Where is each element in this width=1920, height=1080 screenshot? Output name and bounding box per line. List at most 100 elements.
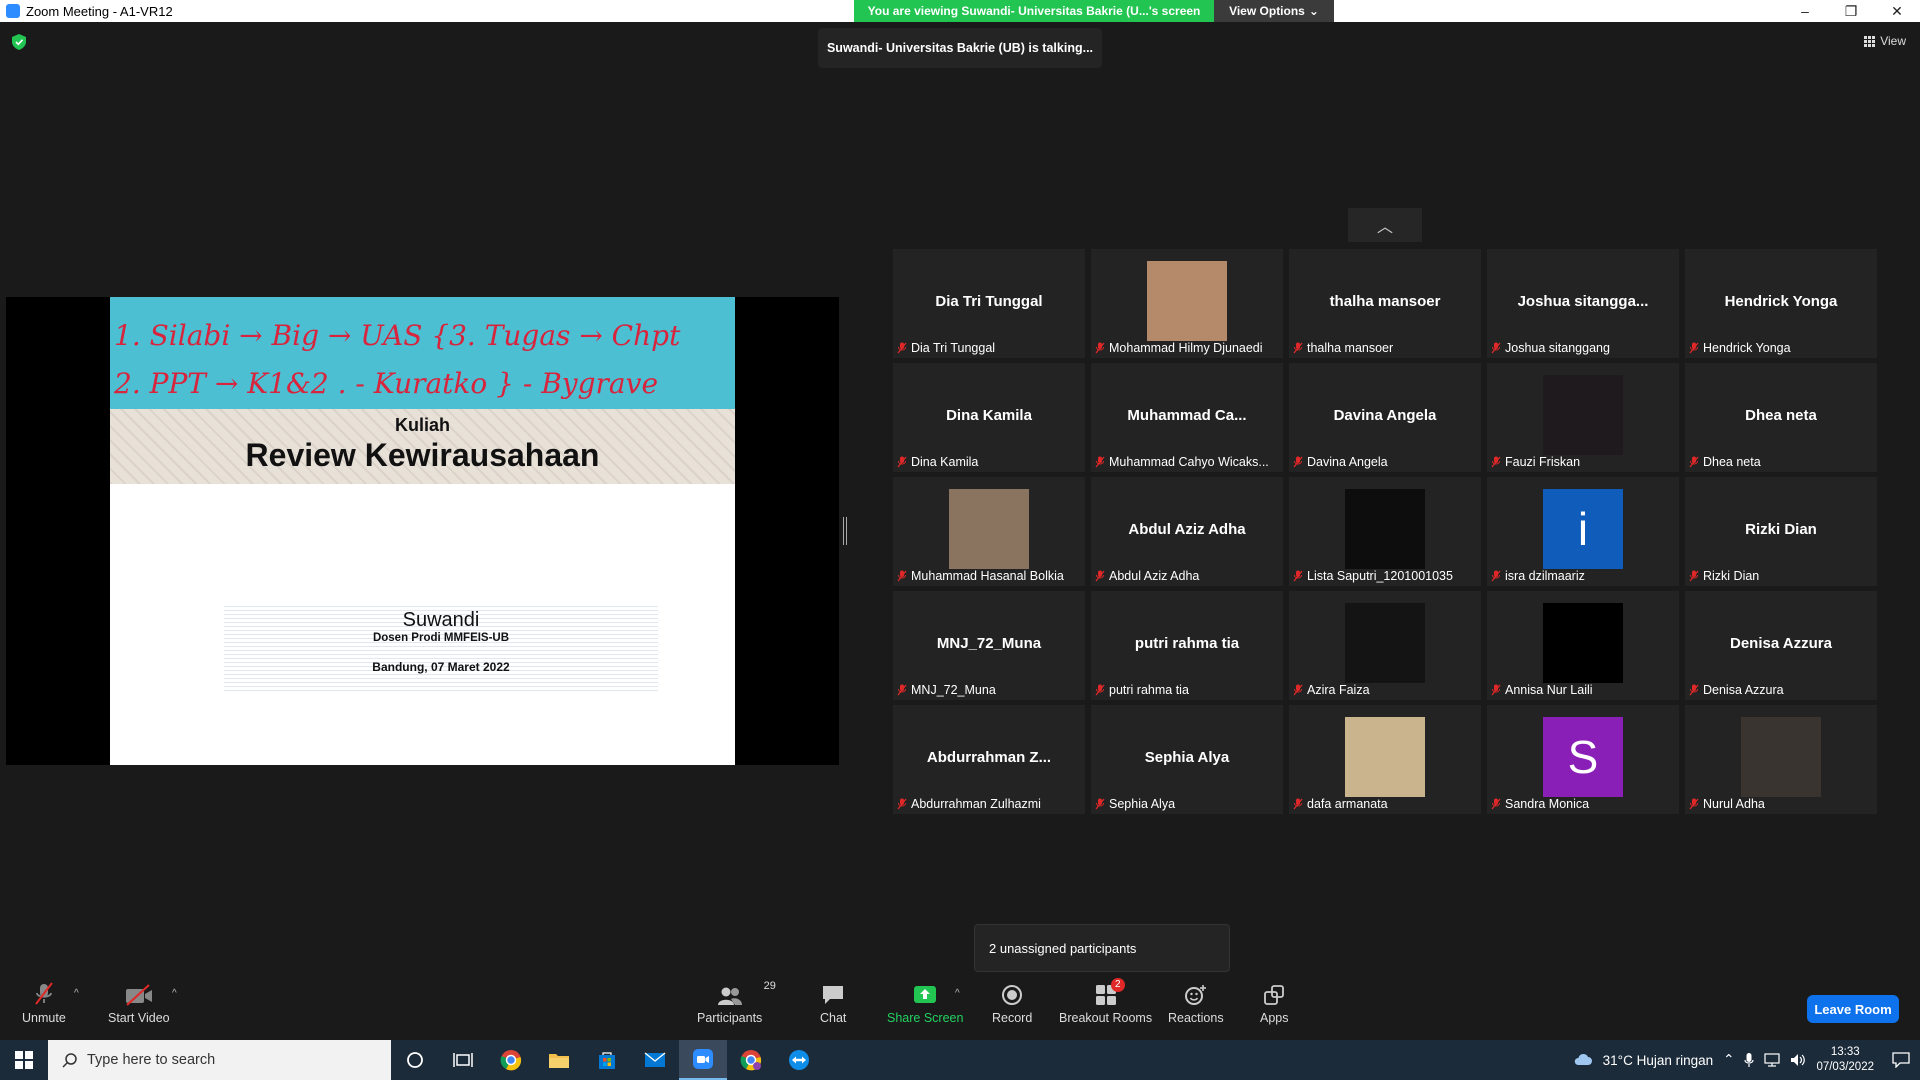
- taskbar-search-box[interactable]: Type here to search: [48, 1040, 391, 1080]
- participant-tile[interactable]: Annisa Nur Laili: [1487, 591, 1679, 700]
- participant-tile[interactable]: Nurul Adha: [1685, 705, 1877, 814]
- share-options-caret[interactable]: ^: [955, 988, 960, 999]
- view-options-button[interactable]: View Options ⌄: [1214, 0, 1334, 22]
- participant-tile[interactable]: Dia Tri Tunggal Dia Tri Tunggal: [893, 249, 1085, 358]
- participants-button[interactable]: 29 Participants: [697, 980, 776, 1025]
- taskbar-chrome[interactable]: [487, 1040, 535, 1080]
- participant-tile[interactable]: Abdurrahman Z... Abdurrahman Zulhazmi: [893, 705, 1085, 814]
- chat-label: Chat: [820, 1011, 847, 1025]
- microphone-tray-icon[interactable]: [1744, 1052, 1755, 1068]
- audio-options-caret[interactable]: ^: [74, 988, 79, 999]
- participant-profile-photo: [949, 489, 1029, 569]
- mic-muted-icon: [1689, 798, 1699, 810]
- participant-label: isra dzilmaariz: [1491, 569, 1675, 583]
- participant-name: putri rahma tia: [1109, 683, 1189, 697]
- participant-tile[interactable]: S Sandra Monica: [1487, 705, 1679, 814]
- maximize-button[interactable]: ❐: [1828, 0, 1874, 22]
- participant-tile[interactable]: Muhammad Ca... Muhammad Cahyo Wicaks...: [1091, 363, 1283, 472]
- leave-room-button[interactable]: Leave Room: [1807, 995, 1899, 1023]
- participant-display-name: thalha mansoer: [1329, 293, 1441, 310]
- video-options-caret[interactable]: ^: [172, 988, 177, 999]
- participant-tile[interactable]: Joshua sitangga... Joshua sitanggang: [1487, 249, 1679, 358]
- slide-author-box: Suwandi Dosen Prodi MMFEIS-UB Bandung, 0…: [224, 605, 658, 691]
- participant-tile[interactable]: Muhammad Hasanal Bolkia: [893, 477, 1085, 586]
- participant-label: thalha mansoer: [1293, 341, 1477, 355]
- taskbar-teamviewer[interactable]: [775, 1040, 823, 1080]
- mic-muted-icon: [1293, 684, 1303, 696]
- record-icon: [1002, 985, 1023, 1005]
- taskbar-clock[interactable]: 13:33 07/03/2022: [1816, 1045, 1874, 1075]
- clock-time: 13:33: [1830, 1046, 1860, 1058]
- cortana-button[interactable]: [391, 1040, 439, 1080]
- chevron-up-icon: ︿: [1376, 219, 1393, 236]
- gallery-page-up-button[interactable]: ︿: [1348, 208, 1422, 242]
- participant-tile[interactable]: i isra dzilmaariz: [1487, 477, 1679, 586]
- participant-tile[interactable]: dafa armanata: [1289, 705, 1481, 814]
- start-video-label: Start Video: [108, 1011, 170, 1025]
- mic-muted-icon: [1491, 342, 1501, 354]
- participant-name: Davina Angela: [1307, 455, 1388, 469]
- participant-tile[interactable]: Dhea neta Dhea neta: [1685, 363, 1877, 472]
- participant-tile[interactable]: Hendrick Yonga Hendrick Yonga: [1685, 249, 1877, 358]
- share-screen-icon: [914, 986, 937, 1003]
- participant-tile[interactable]: Fauzi Friskan: [1487, 363, 1679, 472]
- notification-center-icon[interactable]: [1892, 1052, 1910, 1068]
- reactions-button[interactable]: Reactions: [1168, 982, 1224, 1025]
- participant-label: Abdul Aziz Adha: [1095, 569, 1279, 583]
- weather-text[interactable]: 31°C Hujan ringan: [1603, 1053, 1713, 1068]
- panel-resize-handle[interactable]: [843, 517, 847, 545]
- window-title: Zoom Meeting - A1-VR12: [26, 3, 173, 19]
- slide-subtitle: Kuliah: [394, 415, 450, 435]
- mic-muted-icon: [1293, 570, 1303, 582]
- taskbar-file-explorer[interactable]: [535, 1040, 583, 1080]
- chat-button[interactable]: Chat: [820, 982, 846, 1025]
- view-layout-button[interactable]: View: [1864, 34, 1906, 48]
- minimize-button[interactable]: –: [1782, 0, 1828, 22]
- share-screen-button[interactable]: Share Screen: [887, 982, 963, 1025]
- mic-muted-icon: [1293, 342, 1303, 354]
- unassigned-participants-notice[interactable]: 2 unassigned participants: [974, 924, 1230, 972]
- participant-tile[interactable]: Sephia Alya Sephia Alya: [1091, 705, 1283, 814]
- encryption-shield-icon[interactable]: [12, 34, 26, 50]
- mic-muted-icon: [1689, 456, 1699, 468]
- participant-label: Abdurrahman Zulhazmi: [897, 797, 1081, 811]
- search-icon: [62, 1052, 77, 1068]
- shared-screen[interactable]: 1. Silabi → Big → UAS {3. Tugas → Chpt 2…: [6, 297, 839, 765]
- start-video-button[interactable]: Start Video: [108, 982, 170, 1025]
- participant-tile[interactable]: MNJ_72_Muna MNJ_72_Muna: [893, 591, 1085, 700]
- participant-name: Dia Tri Tunggal: [911, 341, 996, 355]
- taskbar-store[interactable]: [583, 1040, 631, 1080]
- participant-tile[interactable]: Rizki Dian Rizki Dian: [1685, 477, 1877, 586]
- participant-profile-photo: [1543, 375, 1623, 455]
- task-view-button[interactable]: [439, 1040, 487, 1080]
- taskbar-mail[interactable]: [631, 1040, 679, 1080]
- breakout-rooms-button[interactable]: 2 Breakout Rooms: [1059, 978, 1152, 1025]
- participant-tile[interactable]: putri rahma tia putri rahma tia: [1091, 591, 1283, 700]
- participant-label: Davina Angela: [1293, 455, 1477, 469]
- chevron-down-icon: ⌄: [1308, 4, 1319, 18]
- unmute-button[interactable]: Unmute: [22, 982, 66, 1025]
- participant-name: Abdurrahman Zulhazmi: [911, 797, 1041, 811]
- participant-tile[interactable]: Davina Angela Davina Angela: [1289, 363, 1481, 472]
- participant-tile[interactable]: Mohammad Hilmy Djunaedi: [1091, 249, 1283, 358]
- participant-tile[interactable]: Dina Kamila Dina Kamila: [893, 363, 1085, 472]
- network-icon[interactable]: [1764, 1053, 1781, 1067]
- chat-bubble-icon: [823, 986, 844, 1004]
- apps-button[interactable]: Apps: [1260, 982, 1289, 1025]
- close-window-button[interactable]: ✕: [1874, 0, 1920, 22]
- participant-tile[interactable]: Azira Faiza: [1289, 591, 1481, 700]
- mic-muted-icon: [1095, 570, 1105, 582]
- participant-tile[interactable]: thalha mansoer thalha mansoer: [1289, 249, 1481, 358]
- speaker-volume-icon[interactable]: [1790, 1053, 1806, 1067]
- participant-tile[interactable]: Lista Saputri_1201001035: [1289, 477, 1481, 586]
- participant-tile[interactable]: Denisa Azzura Denisa Azzura: [1685, 591, 1877, 700]
- chrome-icon: [500, 1050, 522, 1071]
- start-button[interactable]: [0, 1040, 48, 1080]
- chevron-up-tray-icon[interactable]: ⌃: [1723, 1052, 1734, 1068]
- record-button[interactable]: Record: [992, 982, 1032, 1025]
- participant-label: Dia Tri Tunggal: [897, 341, 1081, 355]
- taskbar-zoom[interactable]: [679, 1040, 727, 1080]
- mic-muted-icon: [1689, 570, 1699, 582]
- taskbar-chrome-profile[interactable]: [727, 1040, 775, 1080]
- participant-tile[interactable]: Abdul Aziz Adha Abdul Aziz Adha: [1091, 477, 1283, 586]
